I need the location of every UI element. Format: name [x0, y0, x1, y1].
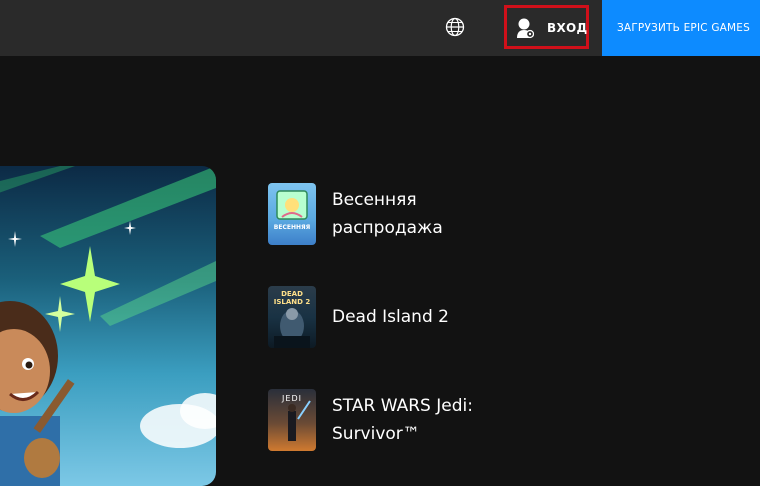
game-thumbnail: DEAD ISLAND 2: [268, 286, 316, 348]
top-navigation-bar: ВХОД ЗАГРУЗИТЬ EPIC GAMES: [0, 0, 760, 56]
download-epic-games-button[interactable]: ЗАГРУЗИТЬ EPIC GAMES: [602, 0, 760, 56]
list-item-title: Dead Island 2: [332, 307, 449, 327]
list-item-title: Весенняя распродажа: [332, 190, 443, 238]
sign-in-button[interactable]: ВХОД: [504, 5, 589, 49]
list-item-title: STAR WARS Jedi: Survivor™: [332, 396, 473, 444]
list-item[interactable]: ВЕСЕННЯЯ Весенняя распродажа: [268, 183, 522, 245]
list-item[interactable]: JEDI STAR WARS Jedi: Survivor™: [268, 389, 522, 451]
hero-artwork: [0, 166, 216, 486]
globe-icon[interactable]: [444, 16, 466, 38]
game-thumbnail: JEDI: [268, 389, 316, 451]
sign-in-label: ВХОД: [547, 21, 588, 35]
user-icon: [516, 17, 535, 39]
list-item[interactable]: DEAD ISLAND 2 Dead Island 2: [268, 286, 522, 348]
game-thumbnail: ВЕСЕННЯЯ: [268, 183, 316, 245]
featured-hero-banner[interactable]: [0, 166, 216, 486]
